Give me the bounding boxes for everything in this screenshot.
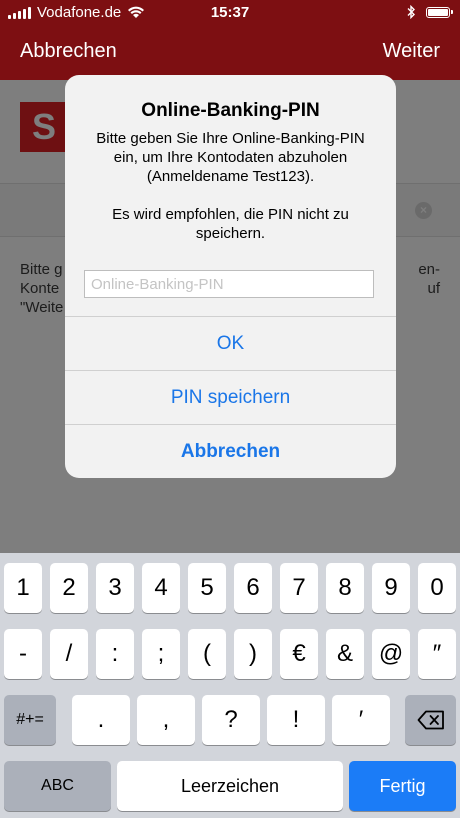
- bluetooth-icon: [407, 5, 415, 19]
- key-exclamation[interactable]: !: [267, 695, 325, 745]
- key-2[interactable]: 2: [50, 563, 88, 613]
- ok-button[interactable]: OK: [65, 316, 396, 371]
- bg-text-line-1: Bitte g: [20, 261, 63, 278]
- pin-dialog: Online-Banking-PIN Bitte geben Sie Ihre …: [65, 75, 396, 478]
- key-euro[interactable]: €: [280, 629, 318, 679]
- key-ampersand[interactable]: &: [326, 629, 364, 679]
- status-right: [407, 5, 453, 19]
- key-abc[interactable]: ABC: [4, 761, 111, 811]
- clock: 15:37: [210, 4, 250, 21]
- key-9[interactable]: 9: [372, 563, 410, 613]
- bg-text-line-2: Konte: [20, 280, 60, 297]
- key-1[interactable]: 1: [4, 563, 42, 613]
- key-6[interactable]: 6: [234, 563, 272, 613]
- bg-text-line-1-right: en-: [418, 261, 440, 278]
- key-open-paren[interactable]: (: [188, 629, 226, 679]
- key-hyphen[interactable]: -: [4, 629, 42, 679]
- key-8[interactable]: 8: [326, 563, 364, 613]
- key-period[interactable]: .: [72, 695, 130, 745]
- backspace-icon: [417, 710, 444, 730]
- key-double-prime[interactable]: ″: [418, 629, 456, 679]
- key-4[interactable]: 4: [142, 563, 180, 613]
- status-bar: Vodafone.de 15:37: [0, 0, 460, 26]
- key-question[interactable]: ?: [202, 695, 260, 745]
- key-close-paren[interactable]: ): [234, 629, 272, 679]
- key-done[interactable]: Fertig: [349, 761, 456, 811]
- key-colon[interactable]: :: [96, 629, 134, 679]
- save-pin-button[interactable]: PIN speichern: [65, 370, 396, 425]
- key-comma[interactable]: ,: [137, 695, 195, 745]
- pin-input[interactable]: [84, 270, 374, 298]
- nav-cancel-button[interactable]: Abbrechen: [20, 40, 117, 63]
- key-5[interactable]: 5: [188, 563, 226, 613]
- bg-text-line-2-right: uf: [427, 280, 440, 297]
- nav-next-button[interactable]: Weiter: [383, 40, 440, 63]
- bank-logo: S: [20, 102, 68, 152]
- key-0[interactable]: 0: [418, 563, 456, 613]
- cancel-button[interactable]: Abbrechen: [65, 424, 396, 478]
- dialog-title: Online-Banking-PIN: [141, 100, 320, 121]
- bg-text-line-3: "Weite: [20, 299, 64, 316]
- key-7[interactable]: 7: [280, 563, 318, 613]
- key-at[interactable]: @: [372, 629, 410, 679]
- key-3[interactable]: 3: [96, 563, 134, 613]
- battery-icon: [426, 6, 453, 18]
- screen: Vodafone.de 15:37 Abbrechen Weiter S × B…: [0, 0, 460, 818]
- clear-icon: ×: [415, 202, 432, 219]
- backspace-key[interactable]: [405, 695, 456, 745]
- key-prime[interactable]: ′: [332, 695, 390, 745]
- key-space[interactable]: Leerzeichen: [117, 761, 343, 811]
- key-slash[interactable]: /: [50, 629, 88, 679]
- keyboard: 1 2 3 4 5 6 7 8 9 0 - / : ; ( ) € & @ ″ …: [0, 553, 460, 818]
- dialog-message: Bitte geben Sie Ihre Online-Banking-PIN …: [96, 130, 365, 242]
- nav-bar: Abbrechen Weiter: [0, 26, 460, 80]
- key-semicolon[interactable]: ;: [142, 629, 180, 679]
- key-symbols[interactable]: #+=: [4, 695, 56, 745]
